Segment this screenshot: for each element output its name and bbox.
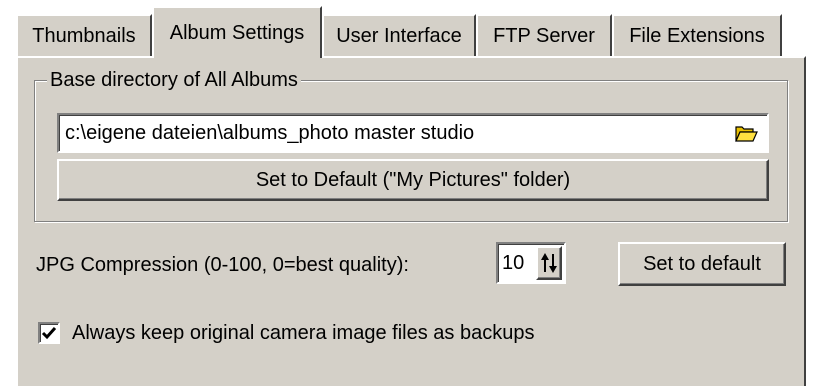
base-directory-legend: Base directory of All Albums — [47, 67, 301, 93]
folder-open-icon[interactable] — [733, 121, 759, 145]
tab-album-settings[interactable]: Album Settings — [152, 6, 322, 58]
jpg-compression-value: 10 — [502, 251, 525, 274]
set-default-directory-button[interactable]: Set to Default ("My Pictures" folder) — [57, 159, 769, 201]
keep-backups-checkbox[interactable] — [38, 322, 60, 344]
keep-backups-label[interactable]: Always keep original camera image files … — [72, 320, 534, 346]
checkmark-icon — [41, 327, 57, 340]
tab-file-extensions[interactable]: File Extensions — [612, 14, 782, 56]
tab-user-interface[interactable]: User Interface — [322, 14, 476, 56]
base-directory-input[interactable]: c:\eigene dateien\albums_photo master st… — [57, 113, 769, 153]
set-to-default-button[interactable]: Set to default — [618, 242, 786, 286]
base-directory-group: Base directory of All Albums c:\eigene d… — [34, 67, 788, 222]
jpg-compression-label: JPG Compression (0-100, 0=best quality): — [36, 254, 409, 276]
base-directory-value: c:\eigene dateien\albums_photo master st… — [65, 121, 475, 144]
album-settings-panel: Base directory of All Albums c:\eigene d… — [16, 56, 806, 386]
tab-thumbnails[interactable]: Thumbnails — [16, 14, 152, 56]
jpg-compression-input[interactable]: 10 — [496, 242, 566, 284]
up-down-arrows-icon[interactable] — [536, 246, 562, 280]
tab-ftp-server[interactable]: FTP Server — [476, 14, 612, 56]
